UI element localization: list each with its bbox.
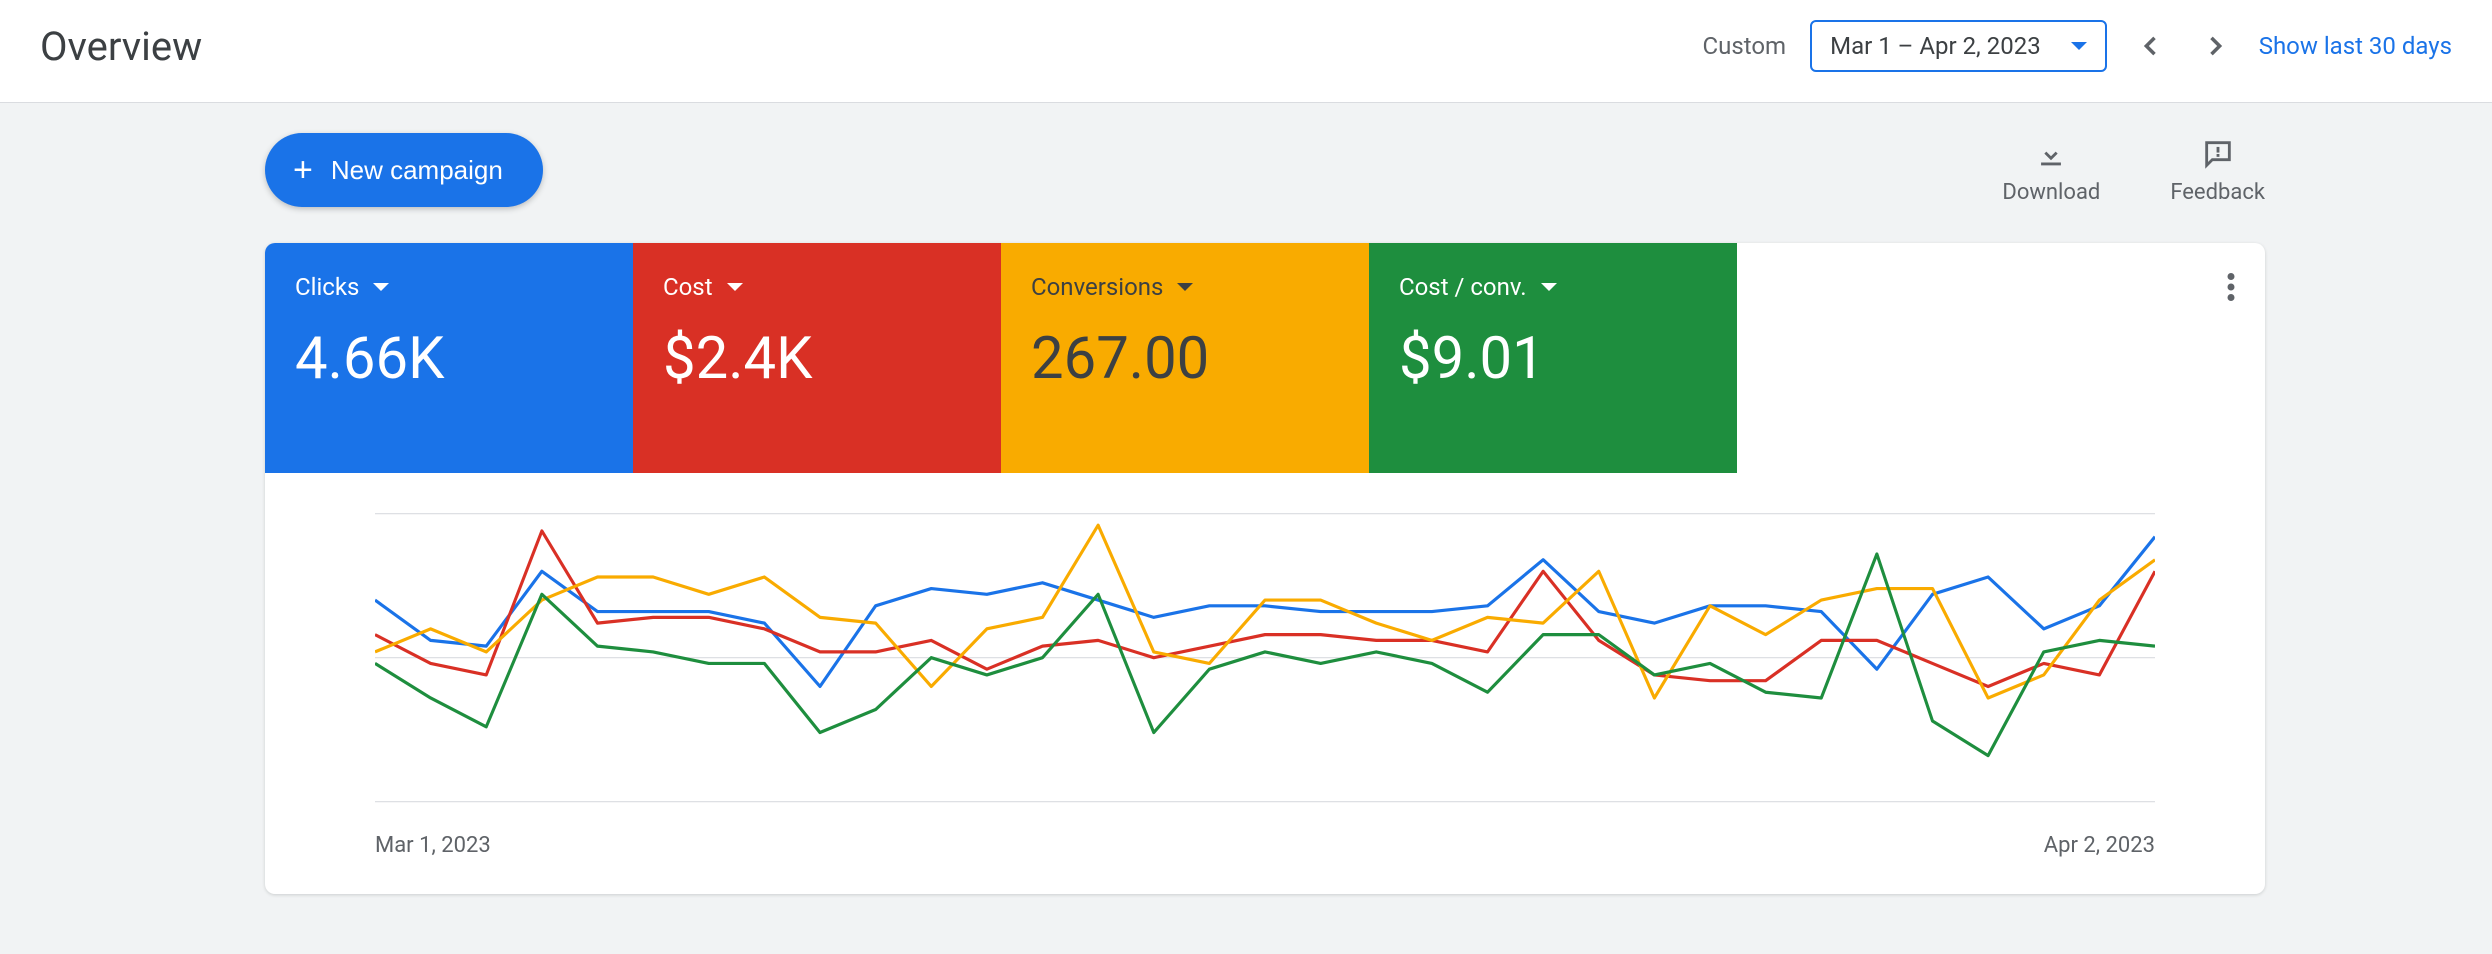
chevron-down-icon: [1541, 283, 1557, 291]
action-row: + New campaign Download Feedback: [265, 133, 2265, 207]
chevron-down-icon: [2071, 42, 2087, 50]
date-mode-label: Custom: [1703, 32, 1787, 60]
x-axis-end: Apr 2, 2023: [2044, 833, 2155, 858]
metric-label: Cost: [663, 273, 713, 301]
x-axis-start: Mar 1, 2023: [375, 833, 491, 858]
plus-icon: +: [293, 153, 313, 187]
download-label: Download: [2002, 180, 2100, 205]
date-range-text: Mar 1 – Apr 2, 2023: [1830, 32, 2041, 60]
metric-label: Cost / conv.: [1399, 273, 1527, 301]
feedback-button[interactable]: Feedback: [2170, 136, 2265, 205]
overview-card: Clicks 4.66K Cost $2.4K Conversions 267.…: [265, 243, 2265, 894]
feedback-icon: [2201, 136, 2235, 172]
date-prev-button[interactable]: [2131, 26, 2171, 66]
content-inner: + New campaign Download Feedback: [265, 133, 2265, 894]
date-next-button[interactable]: [2195, 26, 2235, 66]
page-title: Overview: [40, 23, 202, 70]
chevron-down-icon: [727, 283, 743, 291]
chevron-down-icon: [1177, 283, 1193, 291]
more-vert-icon: [2227, 273, 2235, 301]
metric-tile-cost-per-conv[interactable]: Cost / conv. $9.01: [1369, 243, 1737, 473]
content-area: + New campaign Download Feedback: [0, 103, 2492, 954]
metric-value: 4.66K: [295, 325, 603, 393]
new-campaign-button[interactable]: + New campaign: [265, 133, 543, 207]
chevron-down-icon: [373, 283, 389, 291]
top-bar: Overview Custom Mar 1 – Apr 2, 2023 Show…: [0, 0, 2492, 103]
top-bar-right: Custom Mar 1 – Apr 2, 2023 Show last 30 …: [1703, 20, 2452, 72]
metric-value: 267.00: [1031, 325, 1339, 393]
line-chart: [375, 503, 2155, 823]
metric-label: Conversions: [1031, 273, 1163, 301]
metric-row: Clicks 4.66K Cost $2.4K Conversions 267.…: [265, 243, 2265, 473]
chevron-left-icon: [2137, 32, 2165, 60]
metric-value: $2.4K: [663, 325, 971, 393]
download-button[interactable]: Download: [2002, 136, 2100, 205]
new-campaign-label: New campaign: [331, 155, 503, 186]
x-axis-labels: Mar 1, 2023 Apr 2, 2023: [375, 833, 2155, 858]
metric-tile-clicks[interactable]: Clicks 4.66K: [265, 243, 633, 473]
feedback-label: Feedback: [2170, 180, 2265, 205]
metric-label: Clicks: [295, 273, 359, 301]
show-last-30-days-link[interactable]: Show last 30 days: [2259, 32, 2452, 60]
card-menu-button[interactable]: [2227, 273, 2235, 305]
chevron-right-icon: [2201, 32, 2229, 60]
metric-tile-conversions[interactable]: Conversions 267.00: [1001, 243, 1369, 473]
date-range-selector[interactable]: Mar 1 – Apr 2, 2023: [1810, 20, 2107, 72]
metric-value: $9.01: [1399, 325, 1707, 393]
right-actions: Download Feedback: [2002, 136, 2265, 205]
download-icon: [2034, 136, 2068, 172]
metric-tile-cost[interactable]: Cost $2.4K: [633, 243, 1001, 473]
chart-area: Mar 1, 2023 Apr 2, 2023: [265, 473, 2265, 894]
